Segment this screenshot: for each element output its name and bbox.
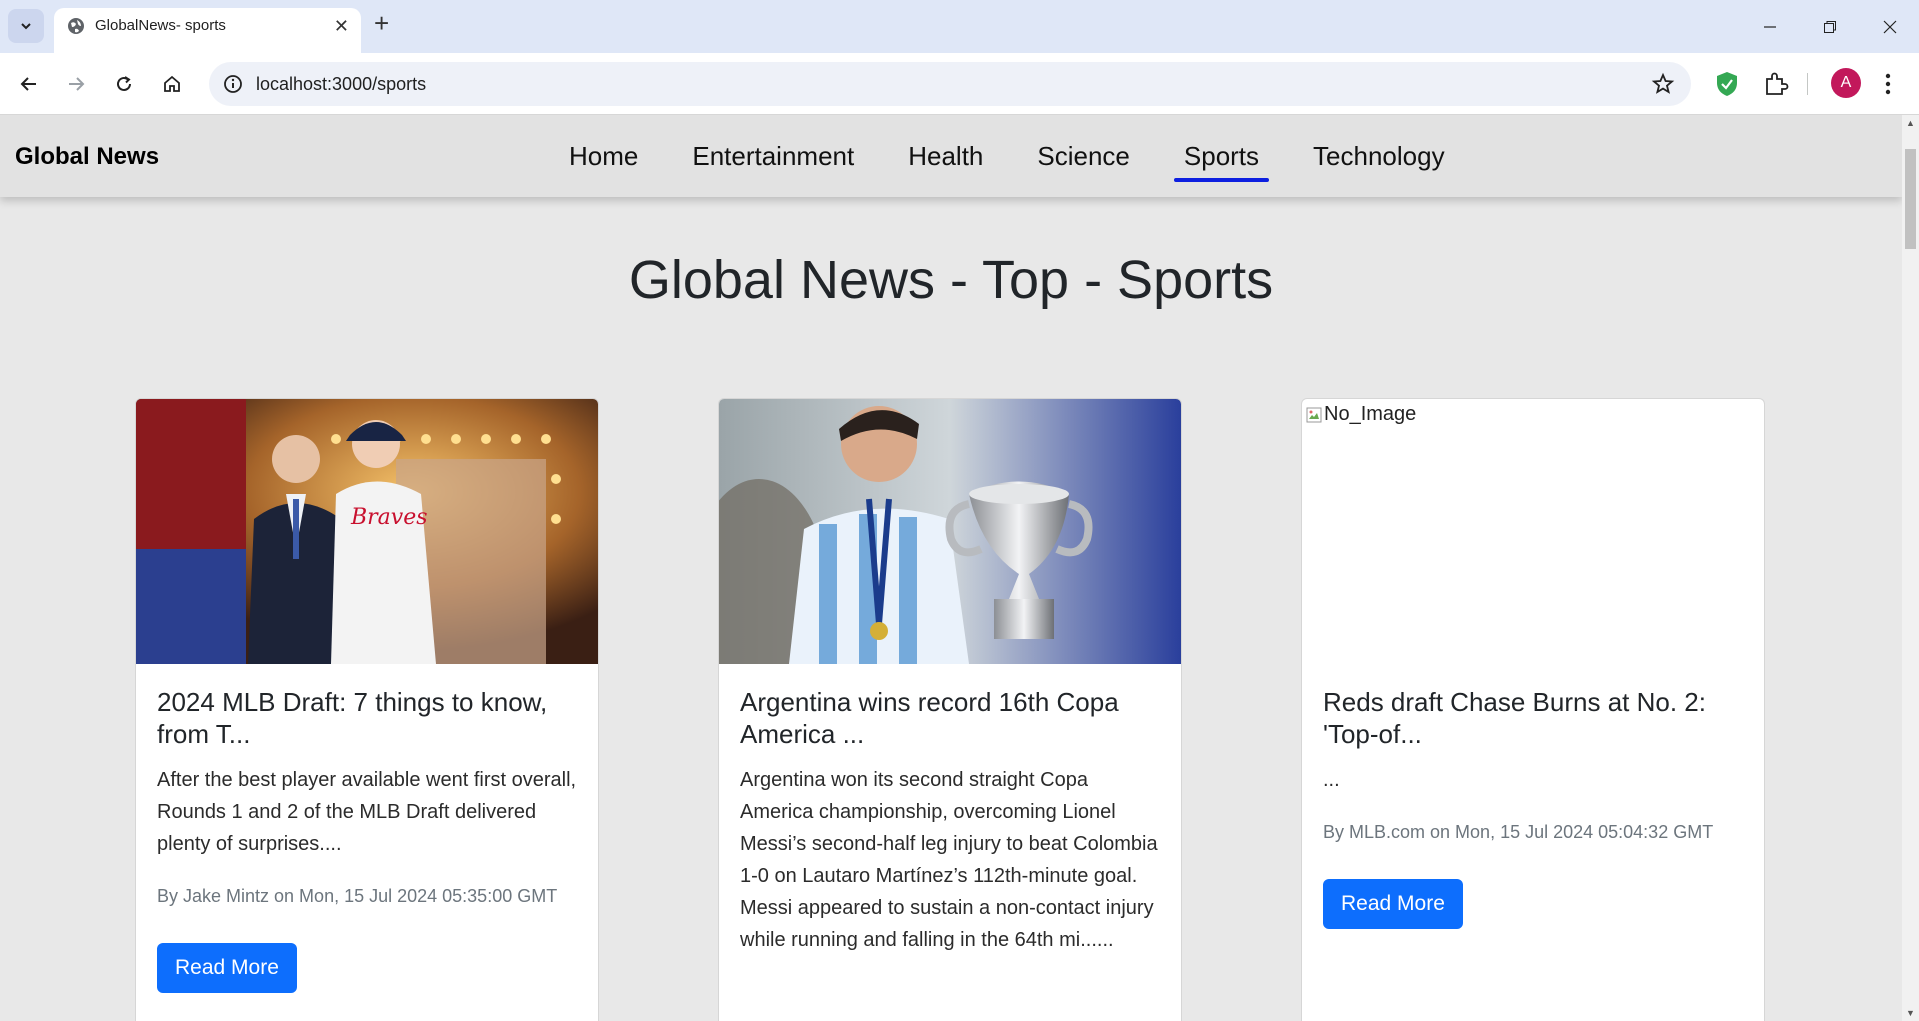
card-title[interactable]: Reds draft Chase Burns at No. 2: 'Top-of… [1323,686,1743,750]
globe-icon [68,18,84,34]
bookmark-star-icon[interactable] [1651,72,1675,96]
minimize-button[interactable] [1746,0,1794,53]
card-title[interactable]: 2024 MLB Draft: 7 things to know, from T… [157,686,577,750]
toolbar-divider [1807,73,1808,95]
kebab-menu-icon[interactable] [1884,71,1892,97]
browser-tab[interactable]: GlobalNews- sports ✕ [54,8,361,53]
shield-extension-icon[interactable] [1715,71,1739,97]
card-body: Reds draft Chase Burns at No. 2: 'Top-of… [1323,686,1743,929]
nav-link-technology[interactable]: Technology [1286,141,1472,171]
scrollbar-thumb[interactable] [1905,149,1916,249]
arrow-right-icon [69,77,85,91]
card-body: 2024 MLB Draft: 7 things to know, from T… [157,686,577,993]
scroll-up-icon[interactable]: ▲ [1906,118,1915,128]
soccer-trophy-photo [719,399,1181,664]
card-body: Argentina wins record 16th Copa America … [740,686,1160,956]
chevron-down-icon [21,23,31,30]
nav-link-entertainment[interactable]: Entertainment [665,141,881,171]
nav-link-health[interactable]: Health [881,141,1010,171]
new-tab-button[interactable]: + [374,10,389,36]
news-card: Argentina wins record 16th Copa America … [718,398,1182,1021]
tab-close-icon[interactable]: ✕ [334,17,349,35]
broken-image-icon [1306,407,1322,422]
card-description: ... [1323,769,1340,791]
nav-link-sports[interactable]: Sports [1157,141,1286,182]
reload-button[interactable] [110,70,138,98]
minimize-icon [1764,25,1776,28]
restore-button[interactable] [1806,0,1854,53]
extensions-puzzle-icon[interactable] [1763,71,1789,97]
baseball-draft-photo: Braves [136,399,598,664]
read-more-button[interactable]: Read More [157,943,297,993]
close-window-button[interactable] [1866,0,1914,53]
tab-search-button[interactable] [8,9,44,43]
card-title[interactable]: Argentina wins record 16th Copa America … [740,686,1160,750]
card-meta: By MLB.com on Mon, 15 Jul 2024 05:04:32 … [1323,822,1714,842]
tab-title: GlobalNews- sports [95,17,226,34]
page-scrollbar[interactable]: ▲ ▼ [1902,115,1919,1021]
url-text: localhost:3000/sports [256,74,427,94]
close-icon [1883,20,1897,33]
forward-button[interactable] [62,70,90,98]
home-icon [164,75,180,92]
news-image: Braves [136,399,598,664]
svg-text:Braves: Braves [350,505,428,530]
news-image-placeholder: No_Image [1302,399,1764,664]
site-brand[interactable]: Global News [15,143,159,171]
arrow-left-icon [20,77,36,91]
restore-icon [1824,20,1836,33]
nav-link-home[interactable]: Home [542,141,665,171]
scroll-down-icon[interactable]: ▼ [1906,1008,1915,1018]
broken-image: No_Image [1306,403,1416,426]
news-card: Braves 2024 MLB Draft: 7 things to know,… [135,398,599,1021]
browser-tabstrip: GlobalNews- sports ✕ + [0,0,1919,53]
reload-icon [117,76,131,91]
nav-links: Home Entertainment Health Science Sports… [542,141,1472,182]
card-meta: By Jake Mintz on Mon, 15 Jul 2024 05:35:… [157,886,558,906]
back-button[interactable] [15,70,43,98]
image-alt-text: No_Image [1324,403,1417,425]
page-title: Global News - Top - Sports [628,250,1274,310]
address-bar[interactable]: localhost:3000/sports [209,62,1691,106]
page-viewport: Global News Home Entertainment Health Sc… [0,115,1902,1021]
home-button[interactable] [158,70,186,98]
profile-avatar[interactable]: A [1831,68,1861,98]
browser-toolbar: localhost:3000/sports A [0,53,1919,115]
card-description: After the best player available went fir… [157,769,577,855]
info-icon[interactable] [223,74,243,94]
card-description: Argentina won its second straight Copa A… [740,769,1158,951]
read-more-button[interactable]: Read More [1323,879,1463,929]
news-image [719,399,1181,664]
nav-link-science[interactable]: Science [1010,141,1157,171]
news-card: No_Image Reds draft Chase Burns at No. 2… [1301,398,1765,1021]
site-navbar: Global News Home Entertainment Health Sc… [0,115,1902,197]
